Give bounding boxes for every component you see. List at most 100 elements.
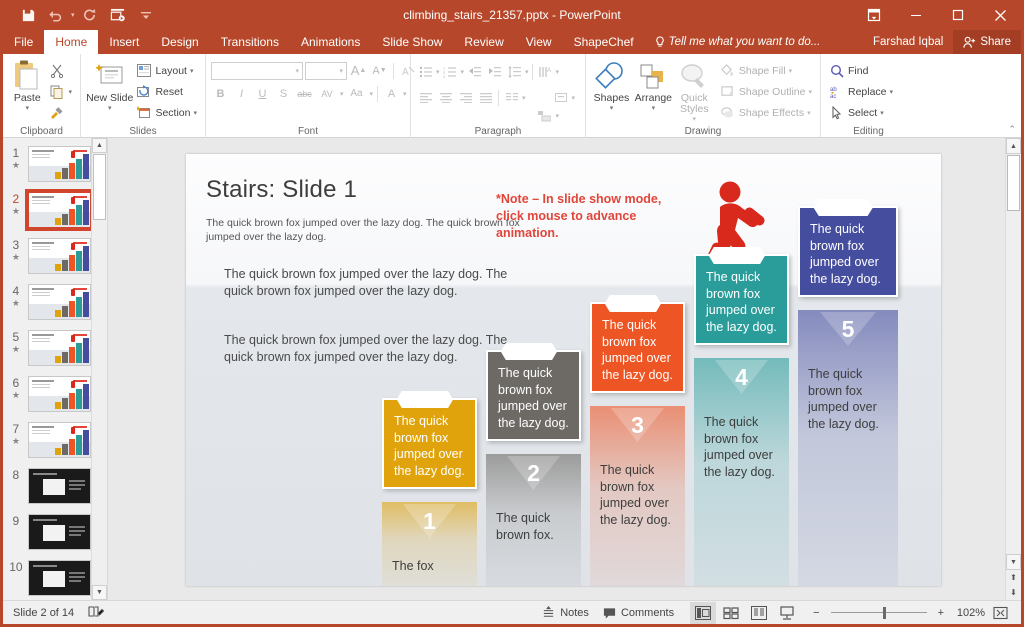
customize-qat-icon[interactable]	[133, 3, 159, 27]
select-button[interactable]: Select ▾	[826, 102, 896, 123]
font-size-input[interactable]: ▾	[305, 61, 347, 80]
italic-button[interactable]: I	[232, 84, 251, 103]
numbering-dropdown-icon[interactable]: ▾	[461, 68, 465, 76]
animation-star-icon[interactable]: ★	[12, 160, 20, 170]
step-description[interactable]: The quick brown fox jumped over the lazy…	[808, 366, 896, 432]
line-spacing-dropdown-icon[interactable]: ▾	[525, 68, 529, 76]
slide-editing-surface[interactable]: Stairs: Slide 1 The quick brown fox jump…	[186, 154, 941, 586]
thumbnail-scrollbar[interactable]: ▲ ▼	[91, 138, 107, 600]
slide-paragraph-1[interactable]: The quick brown fox jumped over the lazy…	[224, 266, 529, 300]
tab-slide-show[interactable]: Slide Show	[371, 30, 453, 54]
animation-star-icon[interactable]: ★	[12, 206, 20, 216]
ribbon-display-options-icon[interactable]	[853, 0, 895, 30]
previous-slide-icon[interactable]: ⬆	[1006, 570, 1021, 585]
shapes-button[interactable]: Shapes ▾	[591, 57, 632, 112]
share-button[interactable]: Share	[953, 30, 1021, 54]
bullets-button[interactable]	[416, 62, 435, 81]
bold-button[interactable]: B	[211, 84, 230, 103]
staircase-step-5[interactable]: 5 The quick brown fox jumped over the laz…	[798, 310, 898, 586]
thumbnail-item-4[interactable]: 4 ★	[3, 284, 91, 320]
step-description[interactable]: The quick brown fox jumped over the lazy…	[600, 462, 684, 528]
shape-effects-button[interactable]: Shape Effects ▾	[717, 102, 815, 123]
maximize-icon[interactable]	[937, 0, 979, 30]
undo-dropdown-icon[interactable]: ▾	[71, 11, 75, 19]
text-direction-dropdown-icon[interactable]: ▾	[556, 68, 560, 76]
staircase-step-3[interactable]: 3 The quick brown fox jumped over the laz…	[590, 406, 685, 586]
collapse-ribbon-button[interactable]: ⌃	[1008, 124, 1016, 135]
thumbnail-item-8[interactable]: 8	[3, 468, 91, 504]
thumbnail-item-7[interactable]: 7 ★	[3, 422, 91, 458]
tab-file[interactable]: File	[3, 30, 44, 54]
slide-sorter-view-button[interactable]	[718, 602, 744, 624]
staircase-step-4[interactable]: 4 The quick brown fox jumped over the laz…	[694, 358, 789, 586]
slide-vertical-scrollbar[interactable]: ▲ ▼ ⬆ ⬇	[1005, 138, 1021, 600]
section-dropdown-icon[interactable]: ▾	[193, 109, 197, 117]
thumbnail-item-5[interactable]: 5 ★	[3, 330, 91, 366]
comments-button[interactable]: Comments	[597, 602, 680, 624]
align-text-button[interactable]	[552, 88, 571, 107]
thumbnail-item-1[interactable]: 1 ★	[3, 146, 91, 182]
staircase-step-2[interactable]: 2 The quick brown fox.	[486, 454, 581, 586]
columns-dropdown-icon[interactable]: ▾	[522, 94, 526, 102]
step-description[interactable]: The quick brown fox jumped over the lazy…	[704, 414, 788, 480]
user-account[interactable]: Farshad Iqbal	[863, 30, 953, 54]
slide-note-text[interactable]: *Note – In slide show mode, click mouse …	[496, 191, 671, 242]
text-direction-button[interactable]: A	[536, 62, 555, 81]
step-card-3[interactable]: The quick brown fox jumped over the lazy…	[590, 295, 685, 393]
step-card-2[interactable]: The quick brown fox jumped over the lazy…	[486, 343, 581, 441]
text-shadow-button[interactable]: S	[274, 84, 293, 103]
shape-fill-dropdown-icon[interactable]: ▾	[789, 67, 793, 75]
tab-review[interactable]: Review	[453, 30, 514, 54]
bullets-dropdown-icon[interactable]: ▾	[436, 68, 440, 76]
character-spacing-dropdown-icon[interactable]: ▾	[340, 90, 344, 98]
thumbnail-image[interactable]	[27, 284, 91, 320]
font-color-button[interactable]: A	[382, 84, 401, 103]
scrollbar-thumb[interactable]	[1007, 155, 1020, 211]
select-dropdown-icon[interactable]: ▾	[880, 109, 884, 117]
thumbnail-image[interactable]	[27, 238, 91, 274]
cut-button[interactable]	[46, 60, 75, 81]
align-right-button[interactable]	[456, 88, 475, 107]
shape-outline-button[interactable]: Shape Outline ▾	[717, 81, 815, 102]
slide-title[interactable]: Stairs: Slide 1	[206, 176, 357, 204]
arrange-dropdown-icon[interactable]: ▾	[652, 104, 656, 112]
slide-show-view-button[interactable]	[774, 602, 800, 624]
increase-indent-button[interactable]	[485, 62, 504, 81]
copy-button[interactable]: ▾	[46, 81, 75, 102]
thumbnail-image[interactable]	[27, 560, 91, 596]
notes-button[interactable]: Notes	[536, 602, 595, 624]
align-center-button[interactable]	[436, 88, 455, 107]
tab-design[interactable]: Design	[150, 30, 209, 54]
justify-button[interactable]	[476, 88, 495, 107]
columns-button[interactable]	[502, 88, 521, 107]
reading-view-button[interactable]	[746, 602, 772, 624]
decrease-font-size-button[interactable]: A ▼	[370, 61, 389, 80]
align-text-dropdown-icon[interactable]: ▾	[572, 94, 576, 102]
copy-dropdown-icon[interactable]: ▾	[68, 88, 72, 96]
save-icon[interactable]	[15, 3, 41, 27]
animation-star-icon[interactable]: ★	[12, 252, 20, 262]
animation-star-icon[interactable]: ★	[12, 390, 20, 400]
paste-button[interactable]: Paste ▾	[8, 57, 46, 112]
thumbnail-image[interactable]	[27, 422, 91, 458]
section-button[interactable]: Section ▾	[133, 102, 200, 123]
thumbnail-item-9[interactable]: 9	[3, 514, 91, 550]
tab-insert[interactable]: Insert	[98, 30, 150, 54]
step-card-1[interactable]: The quick brown fox jumped over the lazy…	[382, 391, 477, 489]
thumbnail-item-10[interactable]: 10	[3, 560, 91, 596]
layout-dropdown-icon[interactable]: ▾	[190, 67, 194, 75]
underline-button[interactable]: U	[253, 84, 272, 103]
decrease-indent-button[interactable]	[465, 62, 484, 81]
step-card-4[interactable]: The quick brown fox jumped over the lazy…	[694, 247, 789, 345]
zoom-percentage[interactable]: 102%	[949, 607, 985, 619]
slide-subtitle[interactable]: The quick brown fox jumped over the lazy…	[206, 216, 536, 244]
thumbnail-scroll-down-icon[interactable]: ▼	[92, 585, 107, 600]
zoom-slider-handle[interactable]	[883, 606, 887, 619]
close-icon[interactable]	[979, 0, 1021, 30]
line-spacing-button[interactable]	[505, 62, 524, 81]
increase-font-size-button[interactable]: A ▲	[349, 61, 368, 80]
arrange-button[interactable]: Arrange ▾	[632, 57, 675, 112]
minimize-icon[interactable]	[895, 0, 937, 30]
reset-button[interactable]: Reset	[133, 81, 200, 102]
animation-star-icon[interactable]: ★	[12, 298, 20, 308]
